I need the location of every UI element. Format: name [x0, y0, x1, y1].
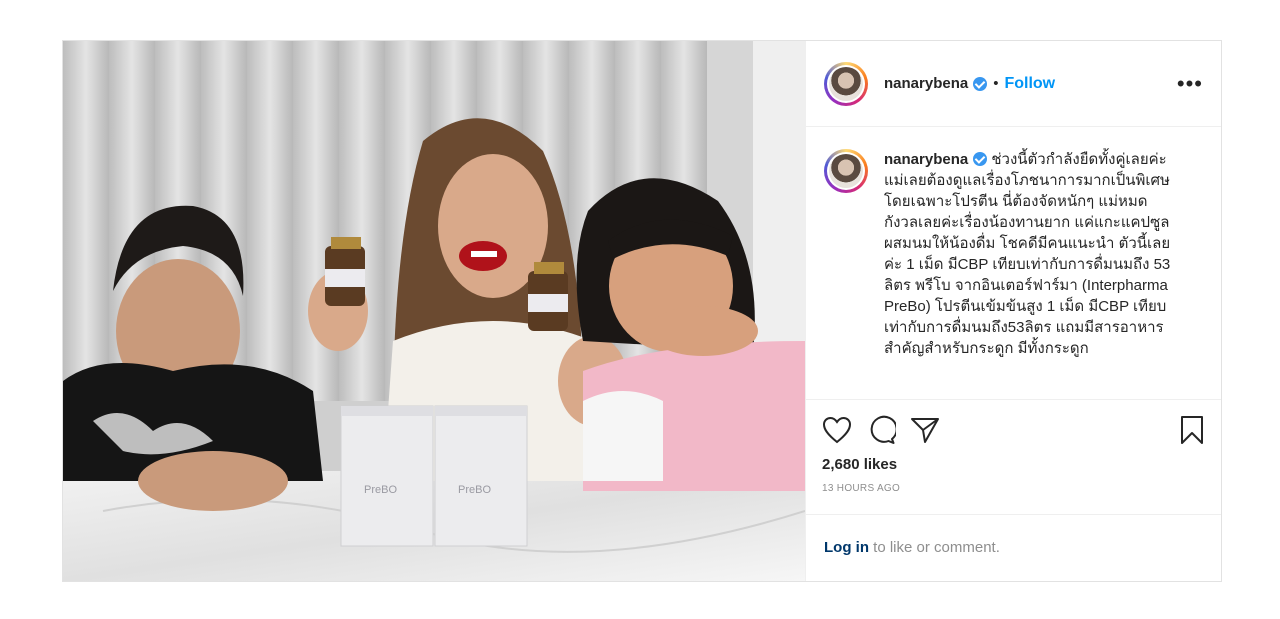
- more-options-icon[interactable]: •••: [1177, 72, 1203, 95]
- avatar[interactable]: [824, 61, 868, 106]
- caption-body: ช่วงนี้ตัวกำลังยืดทั้งคู่เลยค่ะ แม่เลยต้…: [884, 151, 1171, 357]
- caption-avatar[interactable]: [824, 149, 868, 193]
- post-actions: 2,680 likes 13 HOURS AGO: [806, 399, 1221, 494]
- login-prompt: Log in to like or comment.: [806, 514, 1221, 556]
- heart-icon[interactable]: [822, 416, 852, 444]
- box-label-left: PreBO: [364, 484, 397, 496]
- instagram-embed: PreBO PreBO nanarybena • Follow ••• nana…: [62, 40, 1222, 582]
- post-timestamp[interactable]: 13 HOURS AGO: [822, 483, 1205, 494]
- login-prompt-text: to like or comment.: [869, 539, 1000, 556]
- avatar-image: [829, 66, 863, 101]
- caption: nanarybena ช่วงนี้ตัวกำลังยืดทั้งคู่เลยค…: [884, 149, 1176, 399]
- comment-icon[interactable]: [866, 415, 896, 445]
- login-link[interactable]: Log in: [824, 539, 869, 556]
- post-sidebar: nanarybena • Follow ••• nanarybena ช่วงน…: [805, 41, 1221, 581]
- share-icon[interactable]: [910, 416, 940, 444]
- verified-badge-icon: [973, 76, 988, 91]
- action-icons: [822, 412, 1205, 448]
- photo-illustration: PreBO PreBO: [63, 41, 805, 581]
- verified-badge-icon: [973, 152, 988, 166]
- bookmark-icon[interactable]: [1179, 415, 1205, 445]
- post-photo[interactable]: PreBO PreBO: [63, 41, 805, 581]
- follow-button[interactable]: Follow: [1004, 75, 1055, 93]
- caption-area: nanarybena ช่วงนี้ตัวกำลังยืดทั้งคู่เลยค…: [806, 127, 1221, 399]
- username-link[interactable]: nanarybena: [884, 75, 968, 92]
- separator-dot: •: [993, 75, 999, 92]
- caption-username[interactable]: nanarybena: [884, 151, 968, 168]
- post-header: nanarybena • Follow •••: [806, 41, 1221, 127]
- box-label-right: PreBO: [458, 484, 491, 496]
- likes-count[interactable]: 2,680 likes: [822, 456, 1205, 473]
